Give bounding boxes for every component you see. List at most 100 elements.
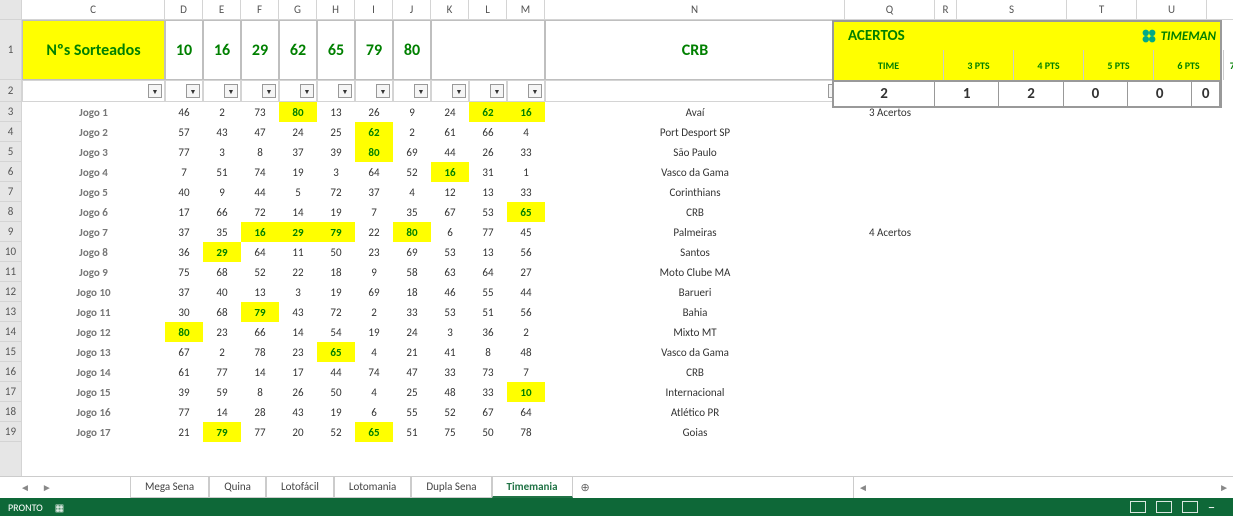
jogo-name[interactable]: Jogo 12 [22, 322, 165, 342]
num-cell[interactable]: 58 [393, 262, 431, 282]
num-cell[interactable]: 67 [469, 402, 507, 422]
num-cell[interactable]: 63 [431, 262, 469, 282]
num-cell[interactable]: 12 [431, 182, 469, 202]
num-cell[interactable]: 16 [431, 162, 469, 182]
team-cell[interactable]: Corinthians [545, 182, 845, 202]
team-cell[interactable]: Moto Clube MA [545, 262, 845, 282]
num-cell[interactable]: 47 [393, 362, 431, 382]
macro-record-icon[interactable]: ▦ [55, 501, 64, 514]
num-cell[interactable]: 80 [393, 222, 431, 242]
num-cell[interactable]: 1 [507, 162, 545, 182]
num-cell[interactable]: 47 [241, 122, 279, 142]
num-cell[interactable]: 39 [317, 142, 355, 162]
num-cell[interactable]: 23 [355, 242, 393, 262]
num-cell[interactable]: 19 [317, 282, 355, 302]
tab-nav-first[interactable]: ◄ [20, 481, 30, 494]
num-cell[interactable]: 4 [355, 382, 393, 402]
num-cell[interactable]: 52 [241, 262, 279, 282]
jogo-name[interactable]: Jogo 4 [22, 162, 165, 182]
num-cell[interactable]: 3 [431, 322, 469, 342]
num-cell[interactable]: 4 [355, 342, 393, 362]
row-header-14[interactable]: 14 [0, 322, 21, 342]
num-cell[interactable]: 66 [241, 322, 279, 342]
col-header-E[interactable]: E [203, 0, 241, 19]
acertos-value[interactable]: 0 [1128, 82, 1192, 106]
num-cell[interactable]: 44 [241, 182, 279, 202]
num-cell[interactable]: 13 [469, 182, 507, 202]
num-cell[interactable]: 17 [279, 362, 317, 382]
num-cell[interactable]: 35 [203, 222, 241, 242]
num-cell[interactable]: 80 [279, 102, 317, 122]
num-cell[interactable]: 26 [279, 382, 317, 402]
num-cell[interactable]: 44 [431, 142, 469, 162]
filter-button-0[interactable]: ▼ [148, 84, 162, 98]
num-cell[interactable]: 46 [165, 102, 203, 122]
jogo-name[interactable]: Jogo 9 [22, 262, 165, 282]
col-header-N[interactable]: N [545, 0, 845, 19]
num-cell[interactable]: 37 [165, 222, 203, 242]
num-cell[interactable]: 40 [203, 282, 241, 302]
row-header-13[interactable]: 13 [0, 302, 21, 322]
num-cell[interactable]: 23 [279, 342, 317, 362]
num-cell[interactable]: 36 [165, 242, 203, 262]
team-cell[interactable]: Mixto MT [545, 322, 845, 342]
num-cell[interactable]: 62 [469, 102, 507, 122]
num-cell[interactable]: 59 [203, 382, 241, 402]
row-header-18[interactable]: 18 [0, 402, 21, 422]
col-header-J[interactable]: J [393, 0, 431, 19]
num-cell[interactable]: 79 [317, 222, 355, 242]
filter-button-10[interactable]: ▼ [528, 84, 542, 98]
num-cell[interactable]: 48 [431, 382, 469, 402]
num-cell[interactable]: 65 [507, 202, 545, 222]
num-cell[interactable]: 61 [165, 362, 203, 382]
num-cell[interactable]: 33 [393, 302, 431, 322]
num-cell[interactable]: 74 [355, 362, 393, 382]
num-cell[interactable]: 46 [431, 282, 469, 302]
num-cell[interactable]: 45 [507, 222, 545, 242]
col-header-Q[interactable]: Q [845, 0, 935, 19]
num-cell[interactable]: 53 [431, 242, 469, 262]
num-cell[interactable]: 35 [393, 202, 431, 222]
num-cell[interactable]: 73 [469, 362, 507, 382]
num-cell[interactable]: 36 [469, 322, 507, 342]
result-cell[interactable] [845, 382, 935, 402]
num-cell[interactable]: 28 [241, 402, 279, 422]
num-cell[interactable]: 8 [241, 142, 279, 162]
num-cell[interactable]: 7 [507, 362, 545, 382]
row-header-2[interactable]: 2 [0, 80, 21, 102]
num-cell[interactable]: 21 [393, 342, 431, 362]
num-cell[interactable]: 77 [203, 362, 241, 382]
result-cell[interactable] [845, 202, 935, 222]
num-cell[interactable]: 14 [279, 322, 317, 342]
team-cell[interactable]: São Paulo [545, 142, 845, 162]
sheet-tab-lotomania[interactable]: Lotomania [334, 477, 411, 498]
team-cell[interactable]: Vasco da Gama [545, 342, 845, 362]
num-cell[interactable]: 2 [203, 102, 241, 122]
row-header-11[interactable]: 11 [0, 262, 21, 282]
jogo-name[interactable]: Jogo 16 [22, 402, 165, 422]
row-header-6[interactable]: 6 [0, 162, 21, 182]
jogo-name[interactable]: Jogo 13 [22, 342, 165, 362]
num-cell[interactable]: 13 [317, 102, 355, 122]
jogo-name[interactable]: Jogo 7 [22, 222, 165, 242]
sheet-tab-mega-sena[interactable]: Mega Sena [130, 477, 209, 498]
jogo-name[interactable]: Jogo 5 [22, 182, 165, 202]
num-cell[interactable]: 68 [203, 262, 241, 282]
col-header-V[interactable]: V [1207, 0, 1233, 19]
team-cell[interactable]: CRB [545, 202, 845, 222]
num-cell[interactable]: 7 [165, 162, 203, 182]
num-cell[interactable]: 75 [165, 262, 203, 282]
sheet-tab-timemania[interactable]: Timemania [492, 477, 573, 498]
col-header-S[interactable]: S [957, 0, 1067, 19]
num-cell[interactable]: 43 [279, 402, 317, 422]
num-cell[interactable]: 40 [165, 182, 203, 202]
num-cell[interactable]: 66 [469, 122, 507, 142]
num-cell[interactable]: 72 [241, 202, 279, 222]
col-header-C[interactable]: C [22, 0, 165, 19]
num-cell[interactable]: 65 [317, 342, 355, 362]
num-cell[interactable]: 67 [431, 202, 469, 222]
row-header-12[interactable]: 12 [0, 282, 21, 302]
filter-button-3[interactable]: ▼ [262, 84, 276, 98]
num-cell[interactable]: 3 [317, 162, 355, 182]
num-cell[interactable]: 14 [279, 202, 317, 222]
